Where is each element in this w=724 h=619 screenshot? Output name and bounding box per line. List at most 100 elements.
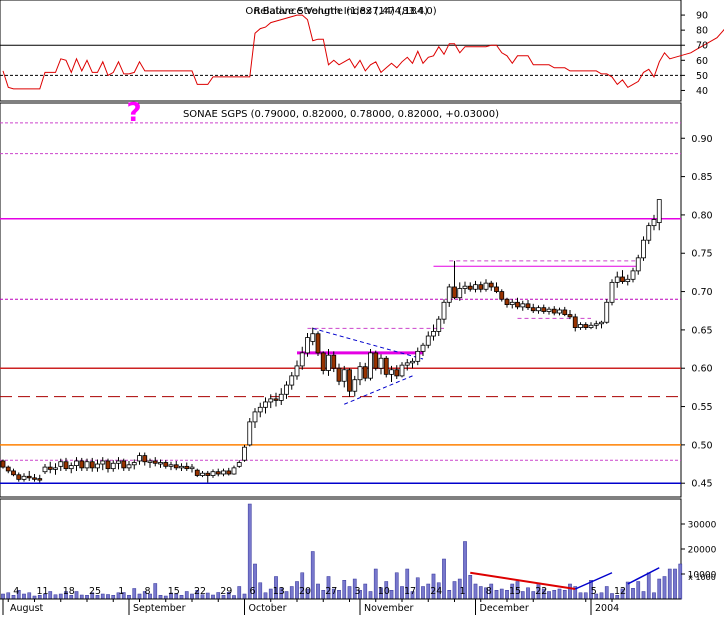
volume-bar: [179, 595, 184, 600]
candle-body: [452, 286, 457, 299]
x-month-label: October: [249, 603, 287, 614]
candle: [604, 299, 610, 324]
rsi-title: Relative Strength Index (14) (83.4): [254, 6, 429, 17]
candle: [383, 355, 389, 378]
x-day-label: 29: [220, 586, 232, 597]
candle-body: [609, 281, 615, 303]
candle-body: [294, 365, 300, 377]
candle-body: [509, 301, 515, 305]
candle: [368, 349, 373, 381]
x-month-label: 2004: [595, 603, 619, 614]
volume-bar: [389, 590, 394, 600]
candle-body: [541, 307, 547, 312]
candle-body: [89, 461, 95, 469]
candle-body: [152, 460, 158, 464]
candle-body: [63, 461, 69, 470]
volume-bar: [547, 591, 551, 600]
candle-body: [121, 460, 127, 469]
price-tick-label: 0.50: [691, 440, 712, 451]
price-title: SONAE SGPS (0.79000, 0.82000, 0.78000, 0…: [183, 109, 499, 120]
volume-bar: [127, 595, 131, 600]
candle-body: [557, 309, 562, 314]
volume-bar: [289, 586, 294, 600]
candle-body: [341, 369, 347, 382]
stock-chart: On Balance Volume (1,837,474,184.0) Rela…: [0, 0, 724, 615]
candle-body: [431, 331, 436, 337]
candle-body: [378, 357, 384, 369]
x-day-label: 4: [13, 586, 19, 597]
candle-body: [651, 219, 657, 227]
candle-body: [142, 455, 148, 463]
volume-bar: [237, 586, 242, 600]
volume-bar: [652, 592, 656, 600]
x-day-label: 24: [430, 586, 442, 597]
volume-bar: [557, 588, 562, 600]
candle-body: [95, 463, 100, 469]
volume-bar: [678, 563, 683, 600]
candle-body: [79, 460, 85, 469]
candle-body: [84, 461, 90, 469]
volume-bar: [473, 583, 478, 600]
volume-bar: [673, 568, 677, 600]
candle-body: [593, 323, 599, 326]
candle-body: [163, 462, 169, 467]
volume-bar: [111, 595, 116, 600]
candle-body: [0, 460, 6, 468]
volume-bar: [106, 594, 110, 600]
candle-body: [252, 411, 258, 423]
volume-bar: [578, 592, 583, 600]
candle-body: [368, 352, 373, 379]
x-day-label: 17: [404, 586, 416, 597]
candle-body: [604, 301, 610, 323]
candle-body: [131, 462, 137, 466]
candle-body: [457, 288, 463, 299]
candle-body: [268, 398, 274, 403]
volume-bar: [631, 588, 635, 600]
candle-body: [383, 357, 389, 375]
x-day-label: 25: [89, 586, 101, 597]
candle-body: [546, 308, 552, 312]
candle: [641, 236, 646, 261]
candle-body: [326, 354, 331, 371]
candle: [373, 350, 379, 371]
x-day-label: 8: [144, 586, 150, 597]
x-day-label: 20: [299, 586, 311, 597]
candle-body: [504, 298, 510, 305]
candle-body: [641, 239, 646, 259]
volume-bar: [284, 591, 289, 600]
volume-bar: [447, 590, 452, 600]
volume-bar: [526, 587, 530, 600]
volume-bar: [258, 582, 263, 600]
x-day-label: 22: [535, 586, 547, 597]
x-day-label: 1: [459, 586, 465, 597]
rsi-tick-label: 80: [696, 26, 708, 37]
volume-bar: [583, 592, 588, 600]
candle-body: [357, 366, 363, 381]
volume-bar: [100, 593, 105, 600]
volume-bar: [247, 503, 252, 600]
x-day-label: 5: [591, 586, 597, 597]
volume-bar: [137, 593, 142, 600]
volume-bar: [27, 592, 32, 600]
candle-body: [478, 284, 484, 290]
volume-bar: [442, 558, 446, 600]
volume-bar: [494, 590, 499, 600]
candle-body: [415, 350, 421, 362]
candle-body: [473, 284, 478, 290]
candle-body: [620, 276, 625, 283]
candle-body: [488, 282, 494, 288]
candle-body: [236, 462, 242, 467]
candle-body: [446, 286, 452, 303]
volume-bar: [347, 586, 352, 600]
x-month-label: November: [364, 603, 414, 614]
candle-body: [515, 301, 520, 308]
volume-bar: [394, 572, 399, 600]
candle-body: [105, 460, 111, 470]
price-tick-label: 0.70: [691, 287, 712, 298]
candle-body: [336, 367, 342, 382]
x-day-label: 12: [614, 586, 626, 597]
volume-bar: [53, 594, 58, 600]
candle-body: [635, 257, 641, 272]
candle-body: [257, 406, 263, 413]
candle-body: [462, 285, 468, 289]
